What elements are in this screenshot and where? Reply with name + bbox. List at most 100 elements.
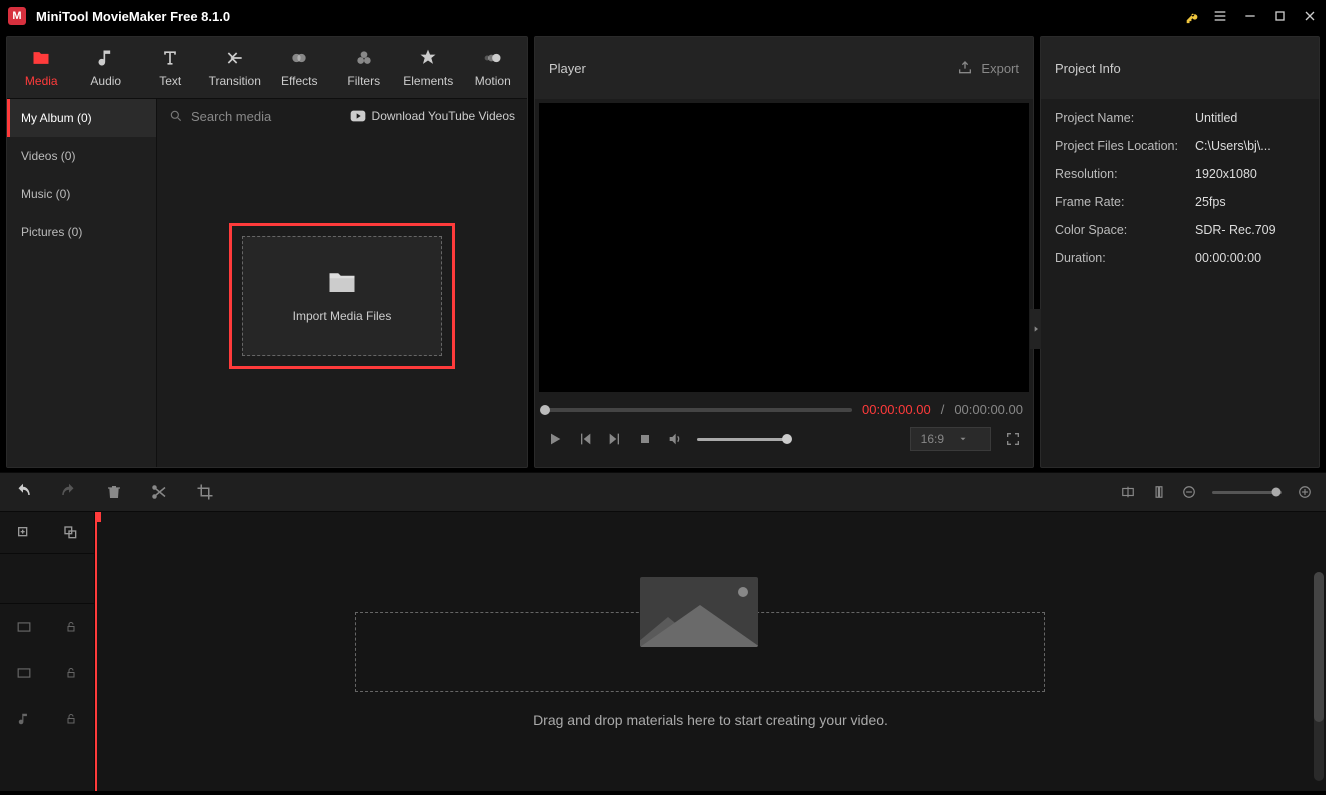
chevron-right-icon: [1032, 324, 1040, 334]
duration-label: Duration:: [1055, 251, 1195, 265]
video-track-icon[interactable]: [17, 667, 31, 679]
tab-elements[interactable]: Elements: [396, 37, 461, 98]
sidebar-item-music[interactable]: Music (0): [7, 175, 156, 213]
tab-effects-label: Effects: [281, 74, 317, 88]
tab-media-label: Media: [25, 74, 58, 88]
tab-transition[interactable]: Transition: [203, 37, 268, 98]
tab-text[interactable]: Text: [138, 37, 203, 98]
aspect-ratio-value: 16:9: [921, 432, 944, 446]
project-location-value: C:\Users\bj\...: [1195, 139, 1305, 153]
chevron-down-icon: [958, 434, 968, 444]
split-button[interactable]: [150, 483, 168, 501]
resolution-label: Resolution:: [1055, 167, 1195, 181]
media-panel: Media Audio Text Transition Effects Filt…: [6, 36, 528, 468]
download-youtube-link[interactable]: Download YouTube Videos: [350, 109, 515, 123]
audio-track-header: [0, 696, 94, 742]
lock-track-icon[interactable]: [65, 666, 77, 680]
tab-media[interactable]: Media: [9, 37, 74, 98]
app-logo: M: [8, 7, 26, 25]
crop-button[interactable]: [196, 483, 214, 501]
timeline-fit-button[interactable]: [1120, 485, 1136, 499]
zoom-slider[interactable]: [1212, 491, 1282, 494]
timeline-magnet-button[interactable]: [1152, 484, 1166, 500]
zoom-out-button[interactable]: [1182, 485, 1196, 499]
time-total: 00:00:00.00: [954, 402, 1023, 417]
folder-icon: [327, 269, 357, 295]
next-frame-button[interactable]: [607, 431, 623, 447]
project-info-title: Project Info: [1055, 61, 1121, 76]
add-track-button[interactable]: [16, 525, 32, 541]
collapse-info-button[interactable]: [1030, 309, 1041, 349]
colorspace-value: SDR- Rec.709: [1195, 223, 1305, 237]
player-title: Player: [549, 61, 586, 76]
sidebar-item-my-album[interactable]: My Album (0): [7, 99, 156, 137]
fullscreen-button[interactable]: [1005, 431, 1021, 447]
app-title: MiniTool MovieMaker Free 8.1.0: [36, 9, 230, 24]
track-headers: [0, 512, 95, 791]
tab-text-label: Text: [159, 74, 181, 88]
seek-slider[interactable]: [545, 408, 852, 412]
colorspace-label: Color Space:: [1055, 223, 1195, 237]
duration-value: 00:00:00:00: [1195, 251, 1305, 265]
tab-effects[interactable]: Effects: [267, 37, 332, 98]
sidebar-item-pictures[interactable]: Pictures (0): [7, 213, 156, 251]
project-name-value: Untitled: [1195, 111, 1305, 125]
redo-button[interactable]: [60, 483, 78, 501]
maximize-icon[interactable]: [1272, 8, 1288, 24]
tab-filters[interactable]: Filters: [332, 37, 397, 98]
play-button[interactable]: [547, 431, 563, 447]
tab-filters-label: Filters: [347, 74, 380, 88]
stop-button[interactable]: [637, 431, 653, 447]
player-panel: Player Export 00:00:00.00 / 00:00:00.00: [534, 36, 1034, 468]
search-placeholder: Search media: [191, 109, 271, 124]
search-icon: [169, 109, 183, 123]
undo-button[interactable]: [14, 483, 32, 501]
titlebar: M MiniTool MovieMaker Free 8.1.0: [0, 0, 1326, 32]
manage-tracks-button[interactable]: [63, 525, 79, 541]
framerate-label: Frame Rate:: [1055, 195, 1195, 209]
tab-motion[interactable]: Motion: [461, 37, 526, 98]
timeline-toolbar: [0, 472, 1326, 512]
prev-frame-button[interactable]: [577, 431, 593, 447]
export-button[interactable]: Export: [957, 60, 1019, 76]
search-media[interactable]: Search media: [169, 109, 342, 124]
lock-track-icon[interactable]: [65, 620, 77, 634]
volume-button[interactable]: [667, 431, 683, 447]
youtube-icon: [350, 110, 366, 122]
minimize-icon[interactable]: [1242, 8, 1258, 24]
menu-icon[interactable]: [1212, 8, 1228, 24]
video-preview[interactable]: [539, 103, 1029, 392]
project-info-panel: Project Info Project Name:Untitled Proje…: [1040, 36, 1320, 468]
import-media-button[interactable]: Import Media Files: [242, 236, 442, 356]
tracks-area[interactable]: Drag and drop materials here to start cr…: [95, 512, 1326, 791]
resolution-value: 1920x1080: [1195, 167, 1305, 181]
video-track-icon[interactable]: [17, 621, 31, 633]
timeline-drop-hint: Drag and drop materials here to start cr…: [95, 712, 1326, 728]
media-categories: My Album (0) Videos (0) Music (0) Pictur…: [7, 99, 157, 467]
time-sep: /: [941, 402, 945, 417]
video-track-1-header: [0, 604, 94, 650]
audio-track-icon[interactable]: [17, 712, 31, 726]
close-icon[interactable]: [1302, 8, 1318, 24]
main-tabs: Media Audio Text Transition Effects Filt…: [7, 37, 527, 99]
zoom-in-button[interactable]: [1298, 485, 1312, 499]
volume-slider[interactable]: [697, 438, 787, 441]
export-label: Export: [981, 61, 1019, 76]
key-icon[interactable]: [1182, 8, 1198, 24]
tab-elements-label: Elements: [403, 74, 453, 88]
aspect-ratio-select[interactable]: 16:9: [910, 427, 991, 451]
playhead[interactable]: [95, 512, 97, 791]
tab-transition-label: Transition: [209, 74, 261, 88]
framerate-value: 25fps: [1195, 195, 1305, 209]
sidebar-item-videos[interactable]: Videos (0): [7, 137, 156, 175]
video-track-2-header: [0, 650, 94, 696]
delete-button[interactable]: [106, 483, 122, 501]
timeline-vertical-scrollbar[interactable]: [1314, 572, 1324, 781]
tab-audio[interactable]: Audio: [74, 37, 139, 98]
import-highlight-annotation: Import Media Files: [229, 223, 455, 369]
time-current: 00:00:00.00: [862, 402, 931, 417]
tab-motion-label: Motion: [475, 74, 511, 88]
placeholder-image-icon: [640, 577, 758, 647]
lock-track-icon[interactable]: [65, 712, 77, 726]
import-media-label: Import Media Files: [293, 309, 392, 323]
